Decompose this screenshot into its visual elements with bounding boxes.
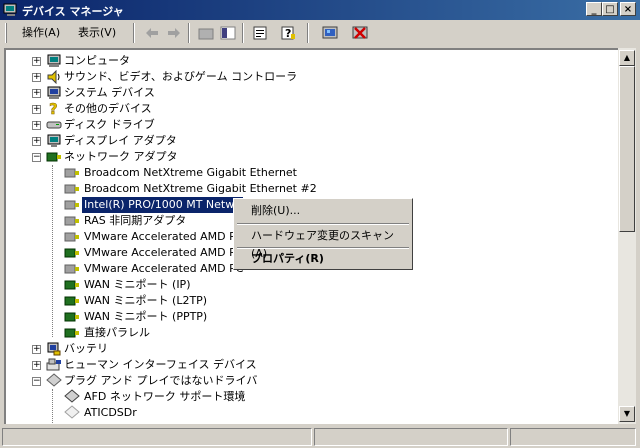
network-card-icon xyxy=(64,232,79,242)
network-card-icon xyxy=(64,168,79,178)
status-panel xyxy=(510,428,636,446)
properties-icon[interactable] xyxy=(252,25,268,41)
toolbar-separator xyxy=(188,23,190,43)
tree-item-aticdsdr[interactable]: ATICDSDr xyxy=(6,405,606,421)
network-card-icon xyxy=(64,216,79,226)
tree-item-broadcom-1[interactable]: Broadcom NetXtreme Gigabit Ethernet xyxy=(6,165,606,181)
network-card-icon xyxy=(64,312,79,322)
tree-item-battery[interactable]: + バッテリ xyxy=(6,341,606,357)
menu-item-scan-hardware[interactable]: ハードウェア変更のスキャン(A) xyxy=(237,227,409,260)
toolbar-grip xyxy=(5,23,7,43)
device-manager-icon xyxy=(3,3,17,16)
monitor-icon xyxy=(47,134,61,147)
network-card-icon xyxy=(64,280,79,290)
tree-item-wan-ip[interactable]: WAN ミニポート (IP) xyxy=(6,277,606,293)
expand-icon[interactable]: + xyxy=(32,137,41,146)
expand-icon[interactable]: + xyxy=(32,361,41,370)
scroll-thumb[interactable] xyxy=(619,66,635,232)
collapse-icon[interactable]: − xyxy=(32,153,41,162)
tree-item-hid[interactable]: + ヒューマン インターフェイス デバイス xyxy=(6,357,606,373)
scan-hardware-icon[interactable] xyxy=(322,25,338,41)
uninstall-icon[interactable] xyxy=(352,25,368,41)
back-arrow-icon[interactable] xyxy=(144,25,160,41)
expand-icon[interactable]: + xyxy=(32,105,41,114)
disk-drive-icon xyxy=(46,121,62,129)
status-panel xyxy=(2,428,312,446)
network-card-icon xyxy=(64,296,79,306)
toolbar-separator xyxy=(307,23,309,43)
toolbar-separator xyxy=(133,23,135,43)
help-icon[interactable]: ? xyxy=(280,25,296,41)
selected-label: Intel(R) PRO/1000 MT Netwo xyxy=(82,197,243,213)
scroll-up-button[interactable]: ▲ xyxy=(619,50,635,66)
tree-item-display-adapters[interactable]: + ディスプレイ アダプタ xyxy=(6,133,606,149)
tree-item-sound[interactable]: + サウンド、ビデオ、およびゲーム コントローラ xyxy=(6,69,606,85)
expand-icon[interactable]: + xyxy=(32,345,41,354)
minimize-button[interactable]: _ xyxy=(586,2,602,16)
expand-icon[interactable]: + xyxy=(32,57,41,66)
hid-icon xyxy=(46,358,61,371)
expand-icon[interactable]: + xyxy=(32,89,41,98)
network-card-icon xyxy=(64,264,79,274)
folder-up-icon[interactable] xyxy=(198,25,214,41)
diamond-icon xyxy=(46,373,62,387)
tree-item-disk-drives[interactable]: + ディスク ドライブ xyxy=(6,117,606,133)
speaker-icon xyxy=(47,70,60,84)
menu-item-properties[interactable]: プロパティ(R) xyxy=(237,250,409,268)
network-card-icon xyxy=(64,248,79,258)
collapse-icon[interactable]: − xyxy=(32,377,41,386)
diamond-icon xyxy=(64,389,80,403)
view-menu[interactable]: 表示(V) xyxy=(78,24,116,42)
network-card-icon xyxy=(64,200,79,210)
tree-item-afd[interactable]: AFD ネットワーク サポート環境 xyxy=(6,389,606,405)
scroll-down-button[interactable]: ▼ xyxy=(619,406,635,422)
menu-separator xyxy=(237,223,409,225)
toolbar-separator xyxy=(242,23,244,43)
tree-item-broadcom-2[interactable]: Broadcom NetXtreme Gigabit Ethernet #2 xyxy=(6,181,606,197)
computer-icon xyxy=(47,54,61,67)
system-icon xyxy=(47,86,61,99)
tree-item-network-adapters[interactable]: − ネットワーク アダプタ xyxy=(6,149,606,165)
status-bar xyxy=(0,426,640,448)
maximize-button[interactable]: □ xyxy=(602,2,618,16)
title-bar: デバイス マネージャ _ □ × xyxy=(0,0,640,20)
svg-text:?: ? xyxy=(285,27,291,40)
show-hide-tree-icon[interactable] xyxy=(220,25,236,41)
tree-item-non-pnp-drivers[interactable]: − プラグ アンド プレイではないドライバ xyxy=(6,373,606,389)
expand-icon[interactable]: + xyxy=(32,121,41,130)
context-menu: 削除(U)... ハードウェア変更のスキャン(A) プロパティ(R) xyxy=(233,198,413,270)
network-card-icon xyxy=(64,184,79,194)
tree-item-wan-pptp[interactable]: WAN ミニポート (PPTP) xyxy=(6,309,606,325)
tree-item-system-devices[interactable]: + システム デバイス xyxy=(6,85,606,101)
network-card-icon xyxy=(64,328,79,338)
menu-item-delete[interactable]: 削除(U)... xyxy=(237,202,409,220)
status-panel xyxy=(314,428,508,446)
expand-icon[interactable]: + xyxy=(32,73,41,82)
window-title: デバイス マネージャ xyxy=(22,5,124,18)
menu-separator xyxy=(237,247,409,249)
diamond-icon xyxy=(64,405,80,419)
svg-text:?: ? xyxy=(49,101,58,115)
question-mark-icon: ? xyxy=(49,101,58,115)
battery-icon xyxy=(47,342,61,356)
tree-item-other-devices[interactable]: + ? その他のデバイス xyxy=(6,101,606,117)
network-adapter-icon xyxy=(46,152,61,162)
tree-item-computer[interactable]: + コンピュータ xyxy=(6,53,606,69)
toolbar: 操作(A) 表示(V) ? xyxy=(0,20,640,46)
tree-item-direct-parallel[interactable]: 直接パラレル xyxy=(6,325,606,341)
close-button[interactable]: × xyxy=(620,2,636,16)
action-menu[interactable]: 操作(A) xyxy=(22,24,60,42)
tree-item-wan-l2tp[interactable]: WAN ミニポート (L2TP) xyxy=(6,293,606,309)
vertical-scrollbar[interactable]: ▲ ▼ xyxy=(618,48,636,424)
forward-arrow-icon[interactable] xyxy=(166,25,182,41)
